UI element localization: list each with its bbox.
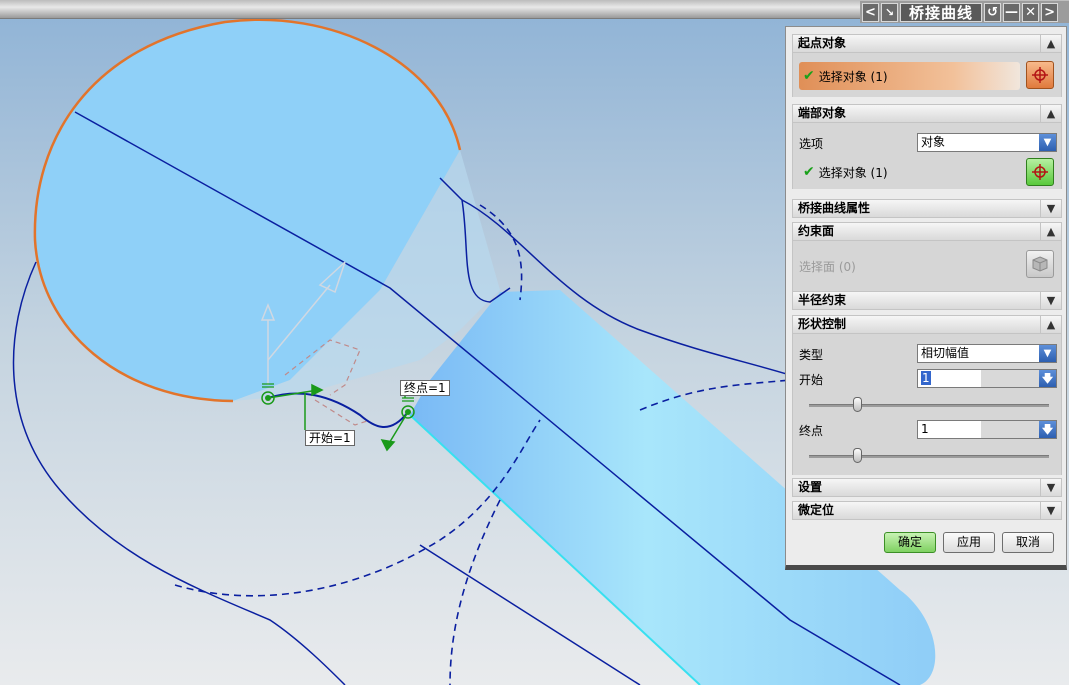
bridge-curve-dialog: 起点对象 ▲ ✔ 选择对象 (1) 端部对象 ▲ 选项 对象 ▼ ✔ 选择对象 … (785, 26, 1067, 570)
end-select-object-row[interactable]: ✔ 选择对象 (1) (799, 158, 1020, 186)
start-value-text: 1 (921, 371, 931, 385)
dialog-arrow-icon: ↘ (881, 2, 898, 22)
section-start-object[interactable]: 起点对象 ▲ (792, 34, 1062, 53)
collapse-chevron-icon[interactable]: ▲ (1040, 35, 1061, 52)
end-slider-thumb[interactable] (853, 448, 862, 463)
select-face-label: 选择面 (0) (799, 260, 856, 274)
ok-button[interactable]: 确定 (884, 532, 936, 553)
expand-chevron-icon[interactable]: ▼ (1040, 292, 1061, 309)
check-icon: ✔ (803, 164, 815, 180)
crosshair-icon (1032, 164, 1048, 180)
cube-icon (1032, 256, 1048, 272)
end-handle-label: 终点=1 (400, 380, 450, 396)
apply-button[interactable]: 应用 (943, 532, 995, 553)
type-label: 类型 (799, 348, 824, 362)
prev-dialog-button[interactable]: < (862, 2, 879, 22)
section-settings[interactable]: 设置 ▼ (792, 478, 1062, 497)
start-slider[interactable] (809, 397, 1049, 412)
start-select-object-row[interactable]: ✔ 选择对象 (1) (799, 62, 1020, 90)
next-dialog-button[interactable]: > (1041, 2, 1059, 22)
expand-chevron-icon[interactable]: ▼ (1040, 479, 1061, 496)
dialog-title: 桥接曲线 (900, 2, 983, 22)
option-select-value: 对象 (921, 135, 946, 149)
end-value-text: 1 (921, 422, 929, 436)
collapse-chevron-icon[interactable]: ▲ (1040, 223, 1061, 240)
down-arrow-icon[interactable]: 🡇 (1039, 421, 1056, 438)
section-start-object-body: ✔ 选择对象 (1) (792, 53, 1062, 97)
start-select-object-label: 选择对象 (1) (818, 69, 888, 84)
section-bridge-properties-title: 桥接曲线属性 (798, 201, 871, 215)
expand-chevron-icon[interactable]: ▼ (1040, 200, 1061, 217)
section-end-object[interactable]: 端部对象 ▲ (792, 104, 1062, 123)
end-slider[interactable] (809, 448, 1049, 463)
reset-button[interactable]: ↺ (984, 2, 1002, 22)
collapse-chevron-icon[interactable]: ▲ (1040, 105, 1061, 122)
section-shape-control-body: 类型 相切幅值 ▼ 开始 1 🡇 终点 1 🡇 (792, 334, 1062, 475)
option-select[interactable]: 对象 ▼ (917, 133, 1057, 152)
section-end-object-title: 端部对象 (798, 106, 847, 120)
type-select[interactable]: 相切幅值 ▼ (917, 344, 1057, 363)
start-slider-thumb[interactable] (853, 397, 862, 412)
end-select-object-label: 选择对象 (1) (818, 165, 888, 180)
section-settings-title: 设置 (798, 480, 823, 494)
section-shape-control-title: 形状控制 (798, 317, 847, 331)
crosshair-icon (1032, 67, 1048, 83)
start-value-unit-area (981, 370, 1039, 387)
close-button[interactable]: ✕ (1022, 2, 1040, 22)
down-arrow-icon[interactable]: 🡇 (1039, 370, 1056, 387)
cancel-button[interactable]: 取消 (1002, 532, 1054, 553)
collapse-chevron-icon[interactable]: ▲ (1040, 316, 1061, 333)
end-label: 终点 (799, 424, 824, 438)
end-pick-crosshair-button[interactable] (1026, 158, 1054, 186)
start-label: 开始 (799, 373, 824, 387)
end-value-unit-area (981, 421, 1039, 438)
section-fine-position-title: 微定位 (798, 503, 835, 517)
dialog-titlebar: < ↘ 桥接曲线 ↺ — ✕ > (860, 1, 1069, 23)
section-fine-position[interactable]: 微定位 ▼ (792, 501, 1062, 520)
section-constraint-face-body: 选择面 (0) (792, 241, 1062, 291)
section-start-object-title: 起点对象 (798, 36, 847, 50)
section-radius-constraint-title: 半径约束 (798, 293, 847, 307)
section-constraint-face-title: 约束面 (798, 224, 835, 238)
option-label: 选项 (799, 137, 824, 151)
dropdown-arrow-icon[interactable]: ▼ (1039, 345, 1056, 362)
type-select-value: 相切幅值 (921, 346, 970, 360)
minimize-button[interactable]: — (1003, 2, 1021, 22)
check-icon: ✔ (803, 68, 815, 84)
dropdown-arrow-icon[interactable]: ▼ (1039, 134, 1056, 151)
section-shape-control[interactable]: 形状控制 ▲ (792, 315, 1062, 334)
start-handle-label: 开始=1 (305, 430, 355, 446)
section-radius-constraint[interactable]: 半径约束 ▼ (792, 291, 1062, 310)
start-value-input[interactable]: 1 🡇 (917, 369, 1057, 388)
start-pick-crosshair-button[interactable] (1026, 61, 1054, 89)
end-value-input[interactable]: 1 🡇 (917, 420, 1057, 439)
section-end-object-body: 选项 对象 ▼ ✔ 选择对象 (1) (792, 123, 1062, 189)
section-bridge-properties[interactable]: 桥接曲线属性 ▼ (792, 199, 1062, 218)
section-constraint-face[interactable]: 约束面 ▲ (792, 222, 1062, 241)
select-face-button[interactable] (1026, 250, 1054, 278)
expand-chevron-icon[interactable]: ▼ (1040, 502, 1061, 519)
